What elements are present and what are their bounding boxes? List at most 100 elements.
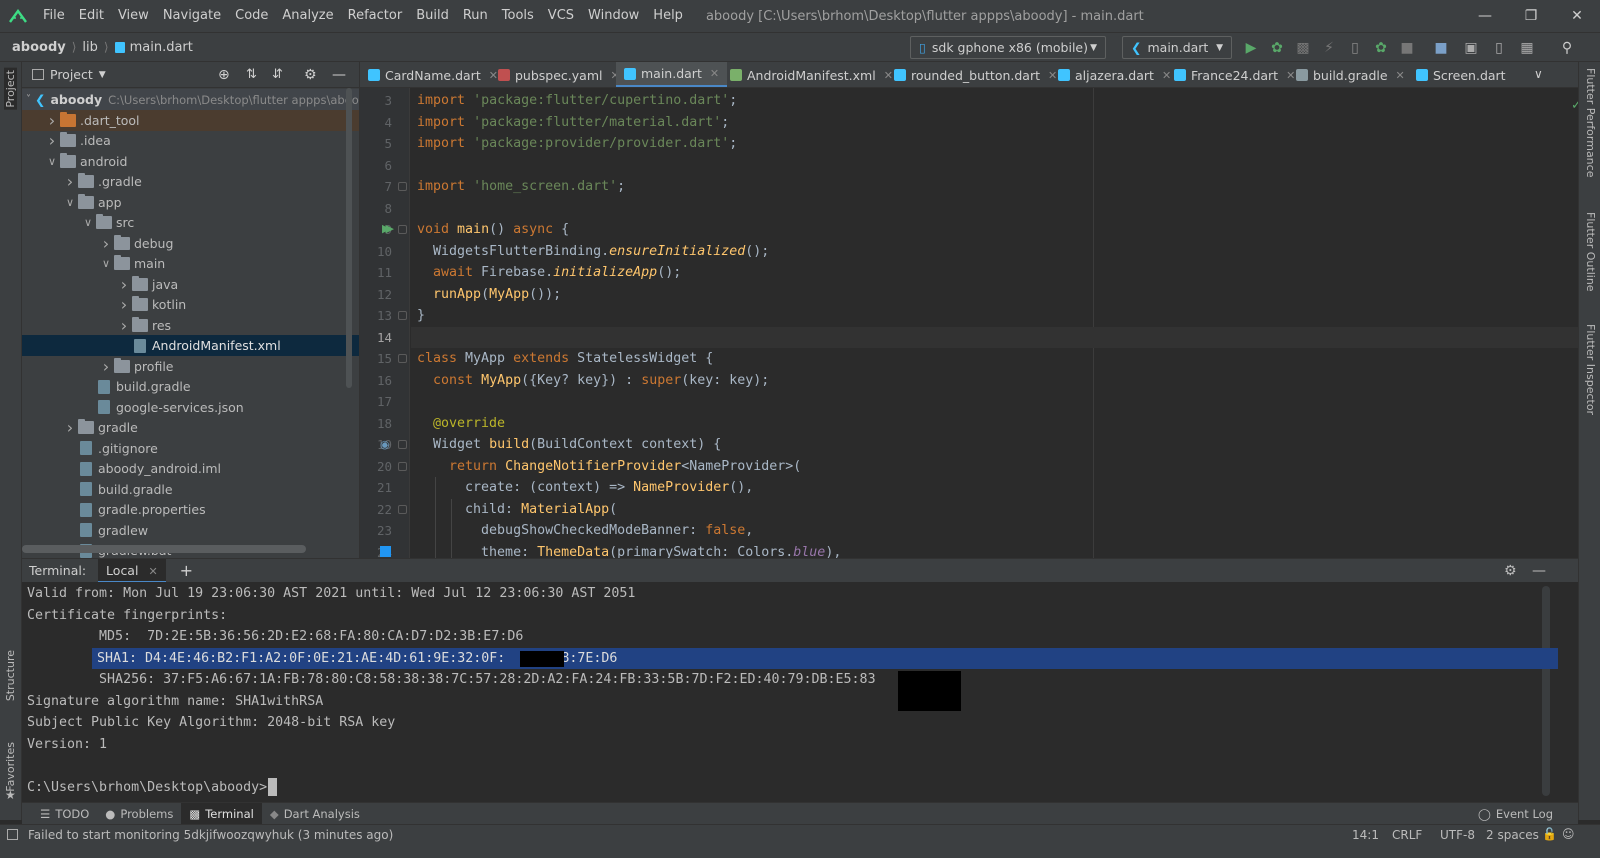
flutter-inspector-tab[interactable]: Flutter Inspector <box>1584 324 1597 415</box>
locate-icon[interactable]: ⊕ <box>218 67 230 83</box>
menu-vcs[interactable]: VCS <box>541 0 581 32</box>
line-separator[interactable]: CRLF <box>1392 828 1422 842</box>
device-manager-icon[interactable]: ▯ <box>1346 39 1364 57</box>
tree-item[interactable]: .gitignore <box>22 438 359 459</box>
sdk-manager-icon[interactable]: ✿ <box>1372 39 1390 57</box>
file-encoding[interactable]: UTF-8 <box>1440 828 1475 842</box>
chevron-down-icon[interactable]: ˅ <box>26 94 31 105</box>
chevron-right-icon[interactable]: › <box>44 111 60 130</box>
close-tab-icon[interactable]: ✕ <box>1396 69 1405 82</box>
stop-icon[interactable]: ■ <box>1398 39 1416 57</box>
project-tool-tab[interactable]: Project <box>4 68 17 110</box>
chevron-down-icon[interactable]: ∨ <box>80 216 96 229</box>
tree-item[interactable]: › java <box>22 274 359 295</box>
tree-item[interactable]: gradle.properties <box>22 499 359 520</box>
override-gutter-icon[interactable]: ◉ <box>380 438 390 451</box>
expand-all-icon[interactable]: ⇅ <box>246 67 257 82</box>
todo-tool-button[interactable]: ☰ TODO <box>32 803 97 825</box>
menu-refactor[interactable]: Refactor <box>341 0 410 32</box>
tree-item[interactable]: › .gradle <box>22 171 359 192</box>
minimize-icon[interactable]: — <box>1462 0 1508 32</box>
menu-view[interactable]: View <box>111 0 156 32</box>
device-file-icon[interactable]: ▯ <box>1490 39 1508 57</box>
chevron-right-icon[interactable]: › <box>116 316 132 335</box>
tab-androidmanifest-xml[interactable]: AndroidManifest.xml ✕ <box>722 62 901 87</box>
tree-item[interactable]: ∨ android <box>22 151 359 172</box>
tree-item[interactable]: › debug <box>22 233 359 254</box>
chevron-down-icon[interactable]: ∨ <box>98 257 114 270</box>
chevron-down-icon[interactable]: ▼ <box>99 70 106 80</box>
terminal-tab-local[interactable]: Local ✕ <box>98 558 166 583</box>
chevron-right-icon[interactable]: › <box>98 357 114 376</box>
gear-icon[interactable]: ⚙ <box>304 67 317 83</box>
project-view-label[interactable]: Project <box>50 67 93 82</box>
attach-debugger-icon[interactable]: ▩ <box>1294 39 1312 57</box>
run-gutter-icon[interactable]: ▶▶ <box>382 222 394 235</box>
fold-icon[interactable] <box>398 311 407 320</box>
fold-icon[interactable] <box>398 182 407 191</box>
tree-item[interactable]: › kotlin <box>22 294 359 315</box>
horizontal-scrollbar[interactable] <box>22 545 306 553</box>
tree-root[interactable]: ˅ ❮ aboody C:\Users\brhom\Desktop\flutter a… <box>22 89 359 110</box>
flutter-outline-tab[interactable]: Flutter Outline <box>1584 212 1597 292</box>
fold-icon[interactable] <box>398 504 407 514</box>
hide-panel-icon[interactable]: — <box>1532 563 1546 579</box>
tab-build-gradle[interactable]: build.gradle ✕ <box>1288 62 1413 87</box>
fold-icon[interactable] <box>398 440 407 449</box>
fold-icon[interactable] <box>398 461 407 471</box>
avd-manager-icon[interactable]: ▣ <box>1462 39 1480 57</box>
vertical-scrollbar[interactable] <box>346 88 352 388</box>
menu-edit[interactable]: Edit <box>72 0 111 32</box>
lock-icon[interactable]: 🔓 <box>1542 827 1557 841</box>
terminal-tool-button[interactable]: ▩ Terminal <box>181 802 262 825</box>
tab-screen-dart[interactable]: Screen.dart <box>1408 62 1514 87</box>
menu-code[interactable]: Code <box>228 0 275 32</box>
tree-item[interactable]: build.gradle <box>22 376 359 397</box>
menu-tools[interactable]: Tools <box>495 0 541 32</box>
terminal-output[interactable]: Valid from: Mon Jul 19 23:06:30 AST 2021… <box>22 582 1578 802</box>
flutter-performance-tab[interactable]: Flutter Performance <box>1584 68 1597 177</box>
tree-item[interactable]: google-services.json <box>22 397 359 418</box>
tree-item[interactable]: ∨ app <box>22 192 359 213</box>
dart-analysis-tool-button[interactable]: ◆ Dart Analysis <box>262 803 368 825</box>
tree-item[interactable]: ∨ src <box>22 212 359 233</box>
project-structure-icon[interactable]: ■ <box>1432 39 1450 57</box>
tab-rounded-button-dart[interactable]: rounded_button.dart ✕ <box>886 62 1065 87</box>
close-icon[interactable]: ✕ <box>1554 0 1600 32</box>
tab-pubspec-yaml[interactable]: pubspec.yaml✕ <box>490 62 628 87</box>
tree-item[interactable]: › .idea <box>22 130 359 151</box>
tree-item[interactable]: build.gradle <box>22 479 359 500</box>
hot-reload-icon[interactable]: ⚡ <box>1320 39 1338 57</box>
favorites-tool-tab[interactable]: Favorites <box>4 742 17 792</box>
caret-position[interactable]: 14:1 <box>1352 828 1379 842</box>
chevron-down-icon[interactable]: ∨ <box>62 196 78 209</box>
tab-main-dart[interactable]: main.dart ✕ <box>616 62 728 87</box>
fold-icon[interactable] <box>398 354 407 363</box>
menu-window[interactable]: Window <box>581 0 646 32</box>
breadcrumb-lib[interactable]: lib <box>82 40 97 55</box>
structure-tool-tab[interactable]: Structure <box>4 650 17 701</box>
chevron-right-icon[interactable]: › <box>62 172 78 191</box>
tree-item[interactable]: aboody_android.iml <box>22 458 359 479</box>
debug-icon[interactable]: ✿ <box>1268 39 1286 57</box>
menu-navigate[interactable]: Navigate <box>156 0 228 32</box>
tree-item[interactable]: gradlew <box>22 520 359 541</box>
breadcrumb-file[interactable]: main.dart <box>130 40 193 55</box>
chevron-right-icon[interactable]: › <box>62 418 78 437</box>
device-selector[interactable]: ▯ sdk gphone x86 (mobile) ▼ <box>910 36 1106 59</box>
tab-aljazera-dart[interactable]: aljazera.dart ✕ <box>1050 62 1179 87</box>
tab-overflow-icon[interactable]: ∨ <box>1534 67 1543 81</box>
chevron-down-icon[interactable]: ∨ <box>44 155 60 168</box>
chevron-right-icon[interactable]: › <box>116 295 132 314</box>
menu-run[interactable]: Run <box>456 0 495 32</box>
terminal-scrollbar[interactable] <box>1542 586 1550 796</box>
tree-item[interactable]: › .dart_tool <box>22 109 359 131</box>
status-message[interactable]: Failed to start monitoring 5dkjifwoozqwy… <box>28 828 393 842</box>
indent-setting[interactable]: 2 spaces <box>1486 828 1539 842</box>
close-tab-icon[interactable]: ✕ <box>148 565 157 578</box>
maximize-icon[interactable]: ❐ <box>1508 0 1554 32</box>
smiley-icon[interactable]: ☺ <box>1562 827 1575 841</box>
chevron-right-icon[interactable]: › <box>98 234 114 253</box>
tree-item[interactable]: › profile <box>22 356 359 377</box>
problems-tool-button[interactable]: ● Problems <box>97 803 181 825</box>
